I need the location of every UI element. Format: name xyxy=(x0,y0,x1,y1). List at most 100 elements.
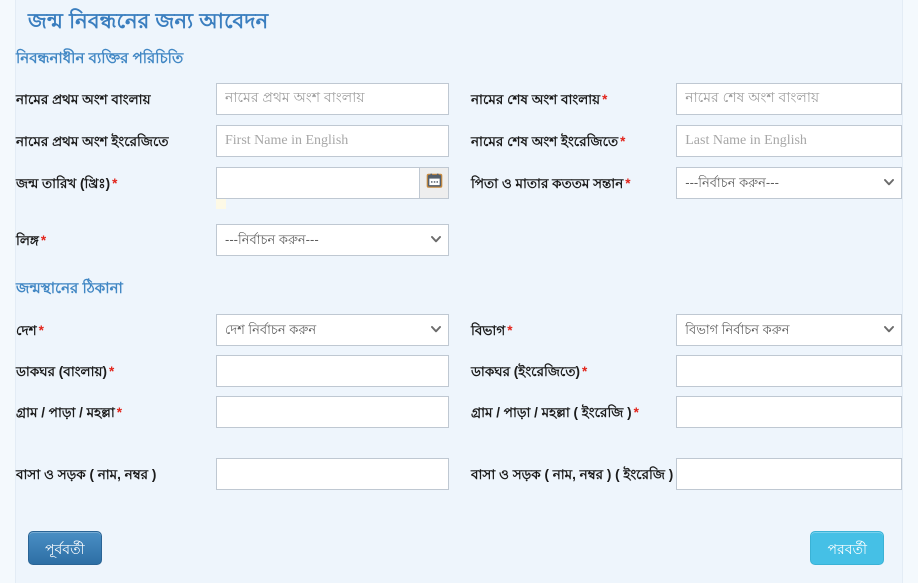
label-text: নামের প্রথম অংশ বাংলায় xyxy=(16,92,151,108)
label-text: দেশ xyxy=(16,323,37,339)
form-row-birthdate-order: জন্ম তারিখ (খ্রিঃ) * পিতা ও মাতার কততম স… xyxy=(16,167,902,210)
field-road-bangla: বাসা ও সড়ক ( নাম, নম্বর ) xyxy=(16,458,471,491)
village-english-input[interactable] xyxy=(676,396,902,429)
required-asterisk: * xyxy=(38,323,44,339)
form-row-gender: লিঙ্গ * ---নির্বাচন করুন--- xyxy=(16,224,902,257)
label-country: দেশ * xyxy=(16,314,216,341)
required-asterisk: * xyxy=(116,405,123,421)
section-heading-row-address: জন্মস্থানের ঠিকানা xyxy=(16,274,902,299)
label-post-office-bangla: ডাকঘর (বাংলায়) * xyxy=(16,355,216,382)
section-heading-row-person: নিবন্ধনাধীন ব্যক্তির পরিচিতি xyxy=(16,36,902,69)
gender-select[interactable]: ---নির্বাচন করুন--- xyxy=(216,224,449,257)
label-post-office-english: ডাকঘর (ইংরেজিতে) * xyxy=(471,355,676,382)
form-row-name-bangla: নামের প্রথম অংশ বাংলায় নামের শেষ অংশ বা… xyxy=(16,83,902,116)
required-asterisk: * xyxy=(625,176,631,192)
label-road-bangla: বাসা ও সড়ক ( নাম, নম্বর ) xyxy=(16,458,216,485)
label-birth-date: জন্ম তারিখ (খ্রিঃ) * xyxy=(16,167,216,194)
label-village-bangla: গ্রাম / পাড়া / মহল্লা * xyxy=(16,396,216,423)
required-asterisk: * xyxy=(108,364,115,380)
village-bangla-input[interactable] xyxy=(216,396,449,429)
label-road-english: বাসা ও সড়ক ( নাম, নম্বর ) ( ইংরেজি ) xyxy=(471,458,676,485)
country-select-wrapper[interactable]: দেশ নির্বাচন করুন xyxy=(216,314,449,347)
page-title: জন্ম নিবন্ধনের জন্য আবেদন xyxy=(28,10,269,33)
field-birth-date: জন্ম তারিখ (খ্রিঃ) * xyxy=(16,167,471,210)
field-last-name-english: নামের শেষ অংশ ইংরেজিতে * xyxy=(471,125,902,158)
form-content: জন্ম নিবন্ধনের জন্য আবেদন নিবন্ধনাধীন ব্… xyxy=(16,0,902,583)
form-row-road: বাসা ও সড়ক ( নাম, নম্বর ) বাসা ও সড়ক (… xyxy=(16,458,902,491)
label-text: জন্ম তারিখ (খ্রিঃ) xyxy=(16,176,111,192)
country-select[interactable]: দেশ নির্বাচন করুন xyxy=(216,314,449,347)
date-validation-strip xyxy=(216,199,226,210)
field-birth-order: পিতা ও মাতার কততম সন্তান * ---নির্বাচন কর… xyxy=(471,167,902,209)
label-text: লিঙ্গ xyxy=(16,233,39,249)
section-title-person: নিবন্ধনাধীন ব্যক্তির পরিচিতি xyxy=(16,50,184,68)
post-office-bangla-input[interactable] xyxy=(216,355,449,388)
birth-date-input[interactable] xyxy=(216,167,420,200)
division-select-wrapper[interactable]: বিভাগ নির্বাচন করুন xyxy=(676,314,902,347)
birth-order-select[interactable]: ---নির্বাচন করুন--- xyxy=(676,167,902,200)
field-village-bangla: গ্রাম / পাড়া / মহল্লা * xyxy=(16,396,471,429)
required-asterisk: * xyxy=(620,134,626,150)
section-title-address: জন্মস্থানের ঠিকানা xyxy=(16,280,123,298)
label-last-name-english: নামের শেষ অংশ ইংরেজিতে * xyxy=(471,125,676,152)
label-text: নামের শেষ অংশ বাংলায় xyxy=(471,92,601,108)
form-row-name-english: নামের প্রথম অংশ ইংরেজিতে নামের শেষ অংশ ই… xyxy=(16,125,902,158)
last-name-bangla-input[interactable] xyxy=(676,83,902,116)
registration-form: নিবন্ধনাধীন ব্যক্তির পরিচিতি নামের প্রথম… xyxy=(16,36,902,491)
calendar-icon xyxy=(426,172,443,194)
right-panel-gutter xyxy=(902,0,918,583)
label-first-name-bangla: নামের প্রথম অংশ বাংলায় xyxy=(16,83,216,110)
birth-date-group xyxy=(216,167,449,200)
required-asterisk: * xyxy=(40,233,47,249)
last-name-english-input[interactable] xyxy=(676,125,902,158)
label-birth-order: পিতা ও মাতার কততম সন্তান * xyxy=(471,167,676,194)
label-text: গ্রাম / পাড়া / মহল্লা ( ইংরেজি ) xyxy=(471,405,632,421)
label-text: বাসা ও সড়ক ( নাম, নম্বর ) ( ইংরেজি ) xyxy=(471,467,674,483)
label-text: গ্রাম / পাড়া / মহল্লা xyxy=(16,405,115,421)
required-asterisk: * xyxy=(633,405,639,421)
label-last-name-bangla: নামের শেষ অংশ বাংলায় * xyxy=(471,83,676,110)
label-text: বিভাগ xyxy=(471,323,506,339)
required-asterisk: * xyxy=(112,176,118,192)
required-asterisk: * xyxy=(507,323,513,339)
label-first-name-english: নামের প্রথম অংশ ইংরেজিতে xyxy=(16,125,216,152)
required-asterisk: * xyxy=(581,364,588,380)
label-division: বিভাগ * xyxy=(471,314,676,341)
label-text: নামের শেষ অংশ ইংরেজিতে xyxy=(471,134,619,150)
road-bangla-input[interactable] xyxy=(216,458,449,491)
field-first-name-english: নামের প্রথম অংশ ইংরেজিতে xyxy=(16,125,471,158)
field-gender: লিঙ্গ * ---নির্বাচন করুন--- xyxy=(16,224,471,257)
field-post-office-bangla: ডাকঘর (বাংলায়) * xyxy=(16,355,471,388)
first-name-english-input[interactable] xyxy=(216,125,449,158)
division-select[interactable]: বিভাগ নির্বাচন করুন xyxy=(676,314,902,347)
left-panel-gutter xyxy=(0,0,16,583)
birth-order-select-wrapper[interactable]: ---নির্বাচন করুন--- xyxy=(676,167,902,200)
field-first-name-bangla: নামের প্রথম অংশ বাংলায় xyxy=(16,83,471,116)
label-text: নামের প্রথম অংশ ইংরেজিতে xyxy=(16,134,169,150)
next-button[interactable]: পরবর্তী xyxy=(810,531,884,565)
post-office-english-input[interactable] xyxy=(676,355,902,388)
calendar-picker-button[interactable] xyxy=(419,167,449,200)
label-text: ডাকঘর (বাংলায়) xyxy=(16,364,107,380)
label-gender: লিঙ্গ * xyxy=(16,224,216,251)
label-village-english: গ্রাম / পাড়া / মহল্লা ( ইংরেজি ) * xyxy=(471,396,676,423)
field-post-office-english: ডাকঘর (ইংরেজিতে) * xyxy=(471,355,902,388)
form-navigation-bar: পূর্ববর্তী পরবর্তী xyxy=(16,531,902,565)
first-name-bangla-input[interactable] xyxy=(216,83,449,116)
label-text: ডাকঘর (ইংরেজিতে) xyxy=(471,364,580,380)
field-country: দেশ * দেশ নির্বাচন করুন xyxy=(16,314,471,347)
application-form-page: জন্ম নিবন্ধনের জন্য আবেদন নিবন্ধনাধীন ব্… xyxy=(0,0,918,583)
gender-select-wrapper[interactable]: ---নির্বাচন করুন--- xyxy=(216,224,449,257)
form-row-post-office: ডাকঘর (বাংলায়) * ডাকঘর (ইংরেজিতে) * xyxy=(16,355,902,388)
label-text: পিতা ও মাতার কততম সন্তান xyxy=(471,176,624,192)
required-asterisk: * xyxy=(602,92,608,108)
form-row-country-division: দেশ * দেশ নির্বাচন করুন বিভাগ * বিভাগ নি… xyxy=(16,314,902,347)
previous-button[interactable]: পূর্ববর্তী xyxy=(28,531,102,565)
field-last-name-bangla: নামের শেষ অংশ বাংলায় * xyxy=(471,83,902,116)
label-text: বাসা ও সড়ক ( নাম, নম্বর ) xyxy=(16,467,157,483)
gender-row-spacer xyxy=(471,224,902,256)
field-village-english: গ্রাম / পাড়া / মহল্লা ( ইংরেজি ) * xyxy=(471,396,902,429)
field-division: বিভাগ * বিভাগ নির্বাচন করুন xyxy=(471,314,902,347)
road-english-input[interactable] xyxy=(676,458,902,491)
field-road-english: বাসা ও সড়ক ( নাম, নম্বর ) ( ইংরেজি ) xyxy=(471,458,902,491)
